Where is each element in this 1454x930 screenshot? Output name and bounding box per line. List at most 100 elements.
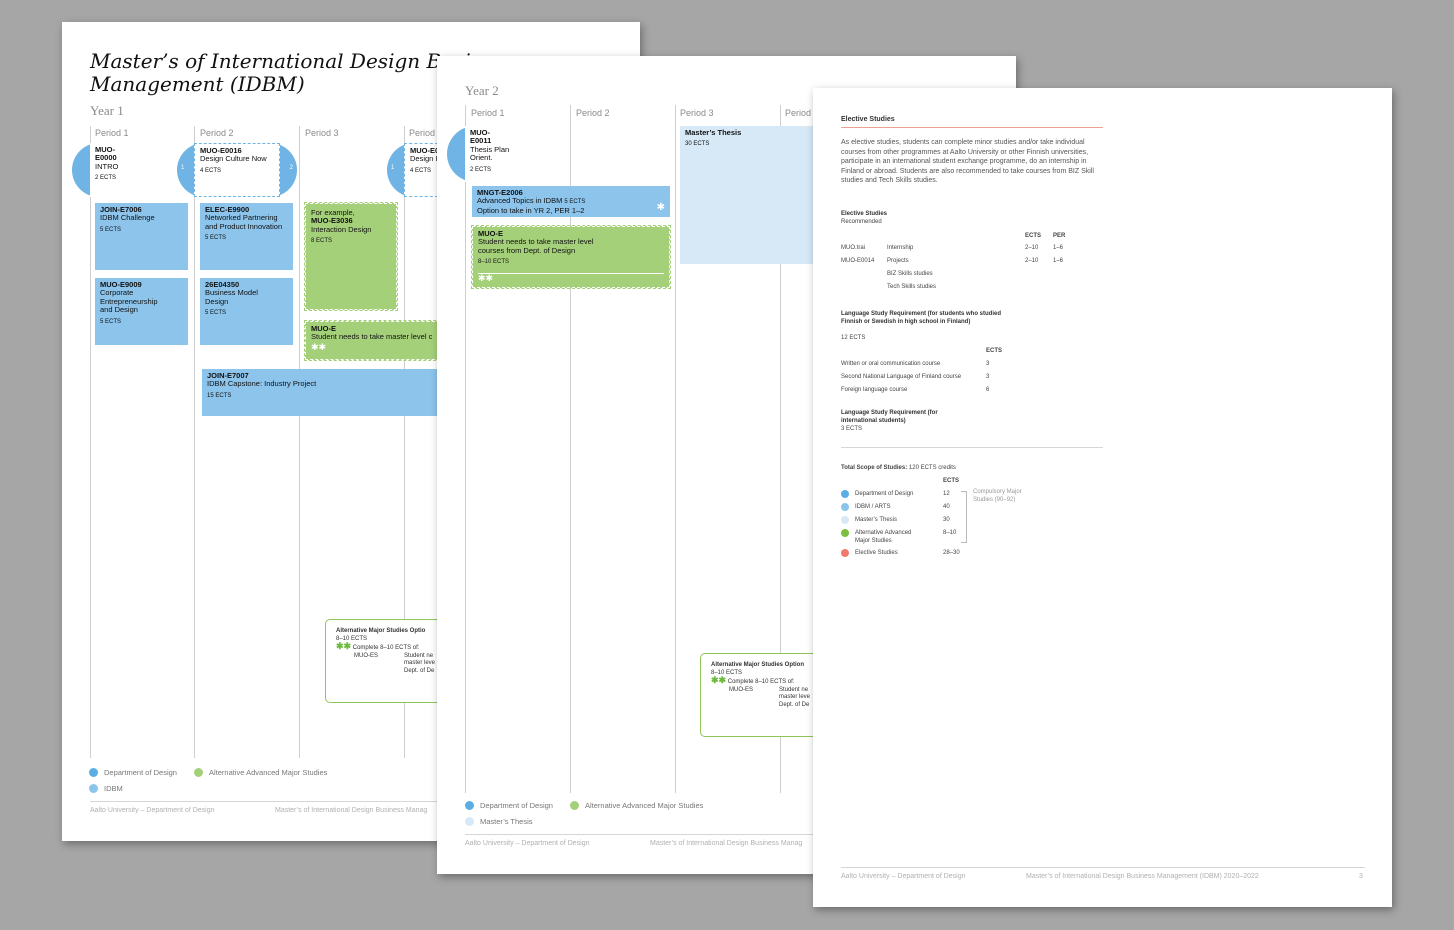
course-name: IDBM Challenge	[100, 213, 155, 223]
alt-ects: 8–10 ECTS	[711, 669, 743, 676]
total-row-ects: 8–10	[943, 530, 957, 536]
course-name: Student needs to take master level cours…	[478, 237, 594, 255]
elective-per: 1–6	[1053, 245, 1064, 251]
legend-dot	[465, 817, 474, 826]
course-name: Corporate Entrepreneurship and Design	[100, 288, 158, 315]
course-name: Student needs to take master level c	[311, 332, 433, 342]
corporate-entrepreneurship-card[interactable]: MUO-E9009 Corporate Entrepreneurship and…	[95, 278, 188, 345]
language-ects: 12 ECTS	[841, 335, 866, 341]
alt-code: MUO-ES	[354, 652, 378, 659]
advanced-topics-card[interactable]: MNGT-E2006 Advanced Topics in IDBM 5 ECT…	[472, 186, 670, 217]
legend-dot	[841, 516, 849, 524]
course-ects: 2 ECTS	[470, 166, 492, 173]
legend-dot	[465, 801, 474, 810]
course-name: Design Culture Now	[200, 154, 267, 164]
stars-icon: ✱✱	[711, 675, 727, 686]
course-note: Option to take in YR 2, PER 1–2	[477, 205, 585, 215]
total-row-name: Alternative Advanced Major Studies	[855, 530, 912, 544]
capstone-card[interactable]: JOIN-E7007 IDBM Capstone: Industry Proje…	[202, 369, 452, 416]
legend-dot	[89, 768, 98, 777]
column-header: ECTS	[943, 478, 960, 484]
idbm-challenge-card[interactable]: JOIN-E7006 IDBM Challenge 5 ECTS	[95, 203, 188, 270]
period-label: Period 3	[680, 108, 714, 118]
year-label: Year 2	[465, 83, 499, 98]
intro-paragraph: As elective studies, students can comple…	[841, 139, 1094, 185]
legend-dot	[89, 784, 98, 793]
period-label: Period 3	[305, 128, 339, 138]
legend-dot	[570, 801, 579, 810]
course-ects: 5 ECTS	[564, 199, 586, 206]
column-header: PER	[1053, 233, 1066, 239]
grid-line	[194, 126, 195, 758]
elective-name: Tech Skills studies	[887, 284, 937, 290]
course-name: Networked Partnering and Product Innovat…	[205, 213, 283, 231]
legend-dot	[841, 490, 849, 498]
grid-line	[299, 126, 300, 758]
course-code: Master’s Thesis	[685, 128, 742, 137]
language-ects: 3	[986, 361, 990, 367]
elective-name: Internship	[887, 245, 914, 251]
footer-left: Aalto University – Department of Design	[90, 807, 215, 814]
muo-e-card[interactable]: MUO-E Student needs to take master level…	[471, 225, 671, 289]
grid-line	[675, 105, 676, 793]
period-label: Period 1	[95, 128, 129, 138]
footer-left: Aalto University – Department of Design	[841, 873, 966, 880]
legend-dot	[841, 503, 849, 511]
footer-title: Master’s of International Design Busines…	[650, 840, 803, 847]
language-title: Language Study Requirement (for internat…	[841, 410, 938, 424]
course-name: Business Model Design	[205, 288, 258, 306]
course-name: Interaction Design	[311, 224, 372, 234]
language-ects: 3	[986, 374, 990, 380]
bracket	[961, 491, 967, 543]
total-row-ects: 12	[943, 491, 950, 497]
period-label: Period 2	[200, 128, 234, 138]
page-number: 3	[1359, 873, 1363, 880]
total-row-name: Elective Studies	[855, 550, 898, 556]
elective-per: 1–6	[1053, 258, 1064, 264]
total-row-ects: 30	[943, 517, 950, 523]
column-header: ECTS	[986, 348, 1003, 354]
stars-icon: ✱✱	[478, 272, 664, 282]
course-ects: 8 ECTS	[311, 238, 333, 245]
course-ects: 5 ECTS	[205, 310, 227, 317]
legend-label: IDBM	[104, 784, 123, 793]
legend-label: Alternative Advanced Major Studies	[209, 768, 328, 777]
alt-complete: Complete 8–10 ECTS of:	[727, 679, 795, 686]
intro-card[interactable]: MUO-E0000 INTRO 2 ECTS	[90, 143, 130, 197]
footer-title: Master’s of International Design Busines…	[275, 807, 428, 814]
elective-ects: 2–10	[1025, 258, 1039, 264]
business-model-card[interactable]: 26E04350 Business Model Design 5 ECTS	[200, 278, 293, 345]
footer-title: Master’s of International Design Busines…	[1026, 873, 1259, 880]
thesis-plan-card[interactable]: MUO-E0011 Thesis Plan Orient. 2 ECTS	[465, 126, 515, 182]
course-code: MUO-E0000	[95, 145, 117, 163]
bracket-note: Compulsory Major Studies (90–92)	[973, 489, 1022, 503]
course-ects: 8–10 ECTS	[478, 259, 510, 266]
elective-subtitle: Recommended	[841, 219, 882, 225]
grid-line	[465, 105, 466, 793]
language-title: Language Study Requirement (for students…	[841, 311, 1002, 325]
year-label: Year 1	[90, 103, 124, 118]
elective-title: Elective Studies	[841, 211, 888, 217]
interaction-design-card[interactable]: For example, MUO-E3036 Interaction Desig…	[304, 202, 398, 311]
legend-label: Alternative Advanced Major Studies	[585, 801, 704, 810]
elective-ects: 2–10	[1025, 245, 1039, 251]
grid-line	[90, 126, 91, 758]
masters-thesis-card[interactable]: Master’s Thesis 30 ECTS	[680, 126, 820, 264]
course-ects: 2 ECTS	[95, 175, 117, 182]
stars-icon: ✱✱	[336, 641, 352, 652]
networked-partnering-card[interactable]: ELEC-E9900 Networked Partnering and Prod…	[200, 203, 293, 270]
muo-e-card[interactable]: MUO-E Student needs to take master level…	[304, 320, 456, 361]
period-label: Period 2	[576, 108, 610, 118]
legend-dot	[841, 549, 849, 557]
language-course: Foreign language course	[841, 387, 908, 393]
column-header: ECTS	[1025, 233, 1042, 239]
course-name: INTRO	[95, 161, 119, 171]
total-row-ects: 28–30	[943, 550, 960, 556]
page-3: Elective Studies As elective studies, st…	[813, 88, 1392, 907]
period-number: 2	[289, 165, 293, 171]
footer-left: Aalto University – Department of Design	[465, 840, 590, 847]
alt-code: MUO-ES	[729, 686, 753, 693]
design-culture-card[interactable]: MUO-E0016 Design Culture Now 4 ECTS	[194, 143, 280, 197]
course-ects: 5 ECTS	[205, 235, 227, 242]
total-title: Total Scope of Studies:	[841, 465, 908, 471]
